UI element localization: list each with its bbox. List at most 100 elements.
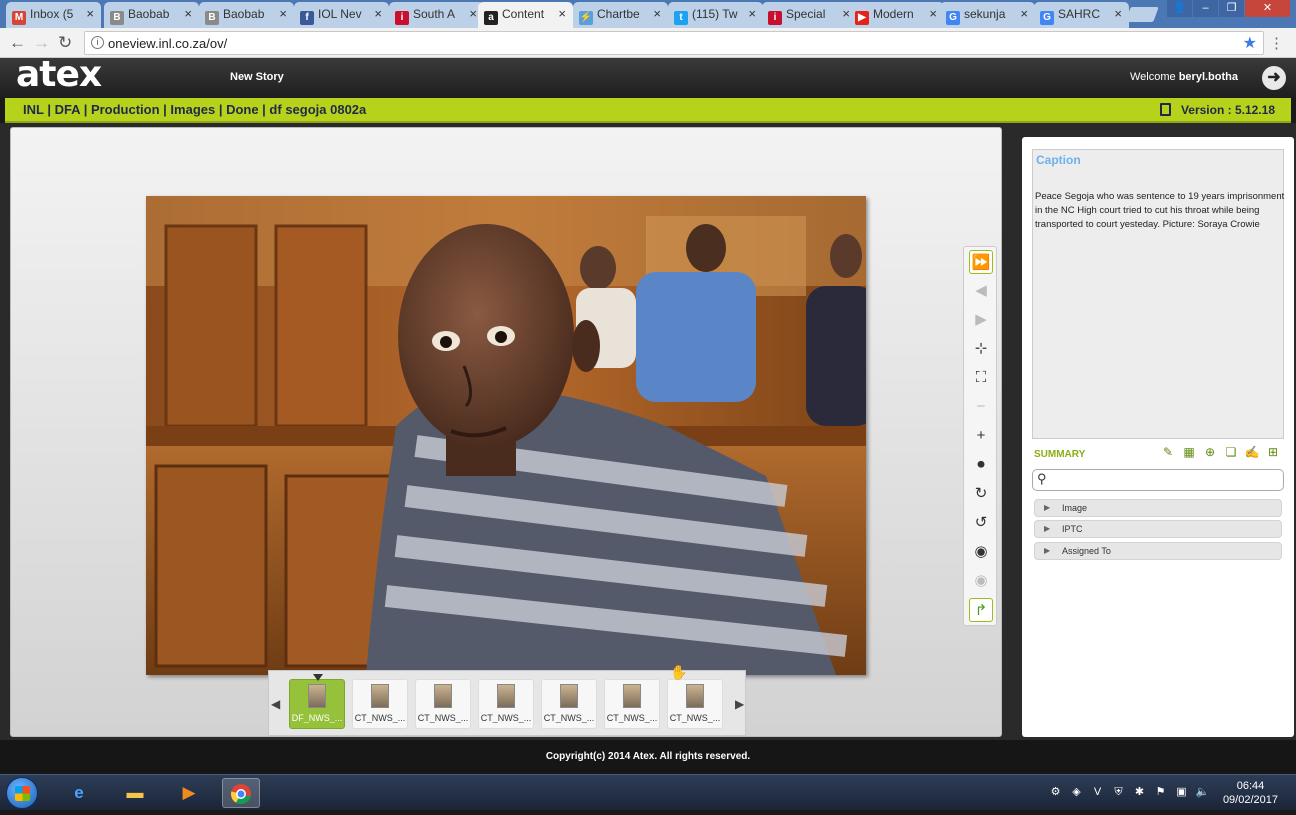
- tray-network-icon[interactable]: ▣: [1174, 785, 1189, 800]
- browser-tab[interactable]: i Special ×: [762, 2, 857, 28]
- bookmark-star-icon[interactable]: ★: [1243, 33, 1257, 53]
- zoom-in-icon[interactable]: +: [969, 424, 993, 448]
- browser-tab[interactable]: f IOL Nev ×: [294, 2, 389, 28]
- back-arrow-icon[interactable]: ←: [9, 33, 26, 53]
- tray-bluetooth-icon[interactable]: ✱: [1132, 785, 1147, 800]
- new-tab-button[interactable]: [1125, 7, 1159, 22]
- close-tab-icon[interactable]: ×: [748, 6, 756, 21]
- next-icon[interactable]: ▶: [969, 308, 993, 332]
- grid-icon[interactable]: ▦: [1181, 445, 1197, 459]
- tray-flag-icon[interactable]: ⚑: [1153, 785, 1168, 800]
- filmstrip-thumbnail[interactable]: DF_NWS_...: [289, 679, 345, 729]
- close-tab-icon[interactable]: ×: [929, 6, 937, 21]
- rotate-left-icon[interactable]: ↺: [969, 511, 993, 535]
- browser-tab[interactable]: i South A ×: [389, 2, 484, 28]
- filmstrip-thumbnail[interactable]: CT_NWS_...: [352, 679, 408, 729]
- close-tab-icon[interactable]: ×: [374, 6, 382, 21]
- browser-tab[interactable]: ▶ Modern ×: [849, 2, 944, 28]
- breadcrumb[interactable]: INL | DFA | Production | Images | Done |…: [23, 102, 366, 117]
- close-window-button[interactable]: ✕: [1245, 0, 1290, 17]
- filmstrip-thumbnail[interactable]: CT_NWS_...: [415, 679, 471, 729]
- tab-label: sekunja: [964, 7, 1006, 21]
- rotate-right-icon[interactable]: ↻: [969, 482, 993, 506]
- chrome-icon[interactable]: [222, 778, 260, 808]
- play-icon[interactable]: ⏺: [969, 453, 993, 477]
- browser-tab[interactable]: B Baobab ×: [199, 2, 294, 28]
- preview-photo[interactable]: [146, 196, 866, 675]
- internet-explorer-icon[interactable]: e: [60, 778, 98, 808]
- close-tab-icon[interactable]: ×: [1114, 6, 1122, 21]
- browser-tab[interactable]: t (115) Tw ×: [668, 2, 763, 28]
- tray-volume-icon[interactable]: 🔈: [1195, 785, 1210, 800]
- close-tab-icon[interactable]: ×: [469, 6, 477, 21]
- minimize-button[interactable]: –: [1193, 0, 1218, 17]
- forward-arrow-icon[interactable]: →: [33, 33, 50, 53]
- copy-icon[interactable]: ❏: [1223, 445, 1239, 459]
- close-tab-icon[interactable]: ×: [653, 6, 661, 21]
- filmstrip-thumbnail[interactable]: CT_NWS_...: [667, 679, 723, 729]
- page-preview-icon: [560, 684, 578, 708]
- window-options-icon[interactable]: 👤: [1167, 0, 1192, 17]
- close-tab-icon[interactable]: ×: [86, 6, 94, 21]
- start-button[interactable]: [6, 777, 38, 809]
- actual-size-icon[interactable]: ⊹: [969, 337, 993, 361]
- tab-favicon-icon: i: [768, 11, 782, 25]
- tray-vr-icon[interactable]: V: [1090, 785, 1105, 800]
- caption-box[interactable]: Caption Peace Segoja who was sentence to…: [1032, 149, 1284, 439]
- fit-to-window-icon[interactable]: ⛶: [969, 366, 993, 390]
- browser-tab[interactable]: B Baobab ×: [104, 2, 199, 28]
- logout-icon[interactable]: ➜: [1262, 66, 1286, 90]
- zoom-out-icon[interactable]: −: [969, 395, 993, 419]
- browser-tab[interactable]: ⚡ Chartbe ×: [573, 2, 668, 28]
- browser-tab[interactable]: G SAHRC ×: [1034, 2, 1129, 28]
- browser-tab[interactable]: M Inbox (5 ×: [6, 2, 101, 28]
- filmstrip-thumbnail[interactable]: CT_NWS_...: [478, 679, 534, 729]
- tray-security-icon[interactable]: ⛨: [1111, 785, 1126, 800]
- close-tab-icon[interactable]: ×: [184, 6, 192, 21]
- edit-image-icon[interactable]: ✎: [1160, 445, 1176, 459]
- section-assigned-to[interactable]: ▶ Assigned To: [1034, 542, 1282, 560]
- reload-icon[interactable]: ↻: [58, 33, 72, 53]
- file-explorer-icon[interactable]: ▬: [116, 778, 154, 808]
- section-iptc[interactable]: ▶ IPTC: [1034, 520, 1282, 538]
- tab-label: Baobab: [128, 7, 170, 21]
- maximize-button[interactable]: ❐: [1219, 0, 1244, 17]
- windows-logo-icon: [15, 786, 30, 801]
- url-input[interactable]: i oneview.inl.co.za/ov/ ★: [84, 31, 1264, 55]
- browser-menu-icon[interactable]: ⋮: [1269, 34, 1284, 52]
- filmstrip-thumbnail[interactable]: CT_NWS_...: [604, 679, 660, 729]
- app-header: atex New Story Welcome beryl.botha ➜: [0, 54, 1296, 98]
- taskbar-clock[interactable]: 06:44 09/02/2017: [1223, 779, 1278, 807]
- close-tab-icon[interactable]: ×: [1020, 6, 1028, 21]
- tab-favicon-icon: B: [110, 11, 124, 25]
- caption-text[interactable]: Peace Segoja who was sentence to 19 year…: [1035, 190, 1287, 232]
- tray-shield-icon[interactable]: ◈: [1069, 785, 1084, 800]
- previous-icon[interactable]: ◀: [969, 279, 993, 303]
- notes-icon[interactable]: ✍: [1244, 445, 1260, 459]
- browser-tab[interactable]: Gsekunja ×: [940, 2, 1035, 28]
- fast-forward-icon[interactable]: ⏩: [969, 250, 993, 274]
- new-story-button[interactable]: New Story: [230, 71, 284, 83]
- filmstrip-prev-icon[interactable]: ◀: [271, 697, 280, 711]
- tree-icon[interactable]: ⊞: [1265, 445, 1281, 459]
- disabled-camera-icon[interactable]: ◉: [969, 569, 993, 593]
- window-controls: 👤 – ❐ ✕: [1167, 0, 1290, 18]
- section-label: IPTC: [1062, 524, 1083, 534]
- media-player-icon[interactable]: ▶: [170, 778, 208, 808]
- section-image[interactable]: ▶ Image: [1034, 499, 1282, 517]
- filmstrip-next-icon[interactable]: ▶: [735, 697, 744, 711]
- filmstrip-thumbnail[interactable]: CT_NWS_...: [541, 679, 597, 729]
- close-tab-icon[interactable]: ×: [558, 6, 566, 21]
- section-label: Assigned To: [1062, 546, 1111, 556]
- metadata-search-input[interactable]: ⚲: [1032, 469, 1284, 491]
- tray-app-icon[interactable]: ⚙: [1048, 785, 1063, 800]
- add-icon[interactable]: ⊕: [1202, 445, 1218, 459]
- page-preview-icon: [497, 684, 515, 708]
- page-preview-icon: [623, 684, 641, 708]
- camera-icon[interactable]: ◉: [969, 540, 993, 564]
- close-tab-icon[interactable]: ×: [279, 6, 287, 21]
- expand-triangle-icon: ▶: [1044, 503, 1051, 512]
- export-icon[interactable]: ↱: [969, 598, 993, 622]
- browser-tab[interactable]: a Content ×: [478, 2, 573, 28]
- info-icon[interactable]: i: [91, 36, 104, 49]
